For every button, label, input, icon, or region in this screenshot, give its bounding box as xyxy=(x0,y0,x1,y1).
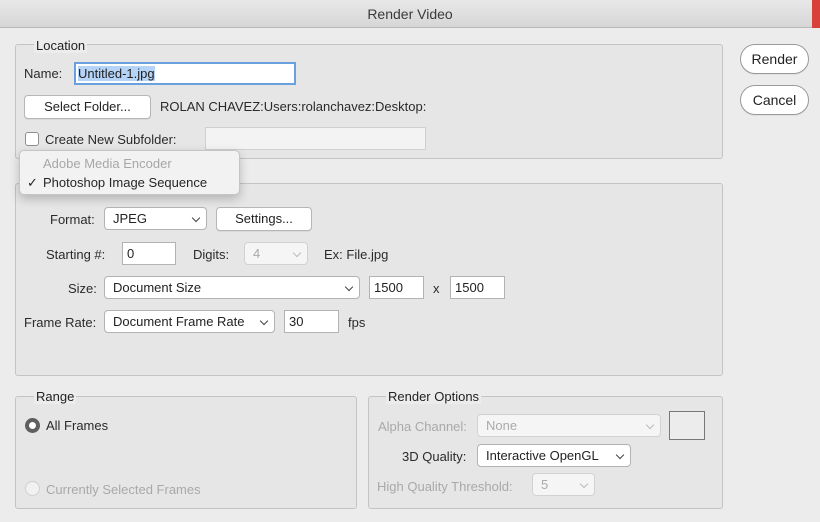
3d-quality-select[interactable]: Interactive OpenGL xyxy=(477,444,631,467)
fps-label: fps xyxy=(348,315,366,330)
name-label: Name: xyxy=(24,66,63,81)
subfolder-input[interactable] xyxy=(205,127,426,150)
matte-color-swatch[interactable] xyxy=(669,411,705,440)
high-quality-threshold-select[interactable]: 5 xyxy=(532,473,595,496)
fps-input[interactable]: 30 xyxy=(284,310,339,333)
chevron-down-icon xyxy=(292,248,302,258)
currently-selected-frames-radio[interactable] xyxy=(25,481,40,496)
size-label: Size: xyxy=(68,281,97,296)
all-frames-radio[interactable] xyxy=(25,418,40,433)
format-label: Format: xyxy=(50,212,95,227)
window-title: Render Video xyxy=(367,6,453,22)
alpha-channel-select-value: None xyxy=(486,418,518,433)
starting-number-label: Starting #: xyxy=(46,247,106,262)
width-input[interactable]: 1500 xyxy=(369,276,424,299)
name-input[interactable]: Untitled-1.jpg xyxy=(74,62,296,85)
render-button[interactable]: Render xyxy=(740,44,809,74)
window-edge-accent xyxy=(812,0,820,28)
create-subfolder-label: Create New Subfolder: xyxy=(45,132,177,147)
select-folder-button[interactable]: Select Folder... xyxy=(24,95,151,119)
settings-button[interactable]: Settings... xyxy=(216,207,312,231)
create-subfolder-checkbox[interactable] xyxy=(25,132,39,146)
3d-quality-select-value: Interactive OpenGL xyxy=(486,448,599,463)
title-bar: Render Video xyxy=(0,0,820,28)
frame-rate-select[interactable]: Document Frame Rate xyxy=(104,310,275,333)
chevron-down-icon xyxy=(191,213,201,223)
frame-rate-label: Frame Rate: xyxy=(24,315,97,330)
menu-item-label: Photoshop Image Sequence xyxy=(43,175,208,190)
chevron-down-icon xyxy=(645,420,655,430)
starting-number-input[interactable]: 0 xyxy=(122,242,176,265)
chevron-down-icon xyxy=(344,282,354,292)
size-x-label: x xyxy=(433,281,440,296)
alpha-channel-label: Alpha Channel: xyxy=(378,419,467,434)
format-select[interactable]: JPEG xyxy=(104,207,207,230)
3d-quality-label: 3D Quality: xyxy=(402,449,467,464)
digits-select-value: 4 xyxy=(253,246,261,261)
digits-select[interactable]: 4 xyxy=(244,242,308,265)
menu-item-adobe-media-encoder[interactable]: Adobe Media Encoder xyxy=(20,154,239,174)
digits-label: Digits: xyxy=(193,247,230,262)
frame-rate-select-value: Document Frame Rate xyxy=(113,314,245,329)
alpha-channel-select[interactable]: None xyxy=(477,414,661,437)
cancel-button[interactable]: Cancel xyxy=(740,85,809,115)
render-options-group-title: Render Options xyxy=(386,389,482,404)
chevron-down-icon xyxy=(579,479,589,489)
chevron-down-icon xyxy=(615,450,625,460)
chevron-down-icon xyxy=(259,316,269,326)
range-group-title: Range xyxy=(34,389,77,404)
currently-selected-frames-label: Currently Selected Frames xyxy=(46,482,201,497)
height-input[interactable]: 1500 xyxy=(450,276,505,299)
name-input-selected-text: Untitled-1 xyxy=(78,66,134,81)
all-frames-label: All Frames xyxy=(46,418,109,433)
high-quality-threshold-value: 5 xyxy=(541,477,549,492)
example-filename: Ex: File.jpg xyxy=(324,247,389,262)
location-group-title: Location xyxy=(34,38,88,53)
menu-item-photoshop-image-sequence[interactable]: ✓ Photoshop Image Sequence xyxy=(20,173,239,193)
folder-path: ROLAN CHAVEZ:Users:rolanchavez:Desktop: xyxy=(160,99,427,114)
menu-item-label: Adobe Media Encoder xyxy=(43,156,172,171)
checkmark-icon: ✓ xyxy=(27,175,38,190)
name-input-extension: .jpg xyxy=(133,66,155,81)
size-select-value: Document Size xyxy=(113,280,202,295)
high-quality-threshold-label: High Quality Threshold: xyxy=(377,479,513,494)
format-select-value: JPEG xyxy=(113,211,147,226)
render-type-menu: Adobe Media Encoder ✓ Photoshop Image Se… xyxy=(19,150,240,195)
size-select[interactable]: Document Size xyxy=(104,276,360,299)
